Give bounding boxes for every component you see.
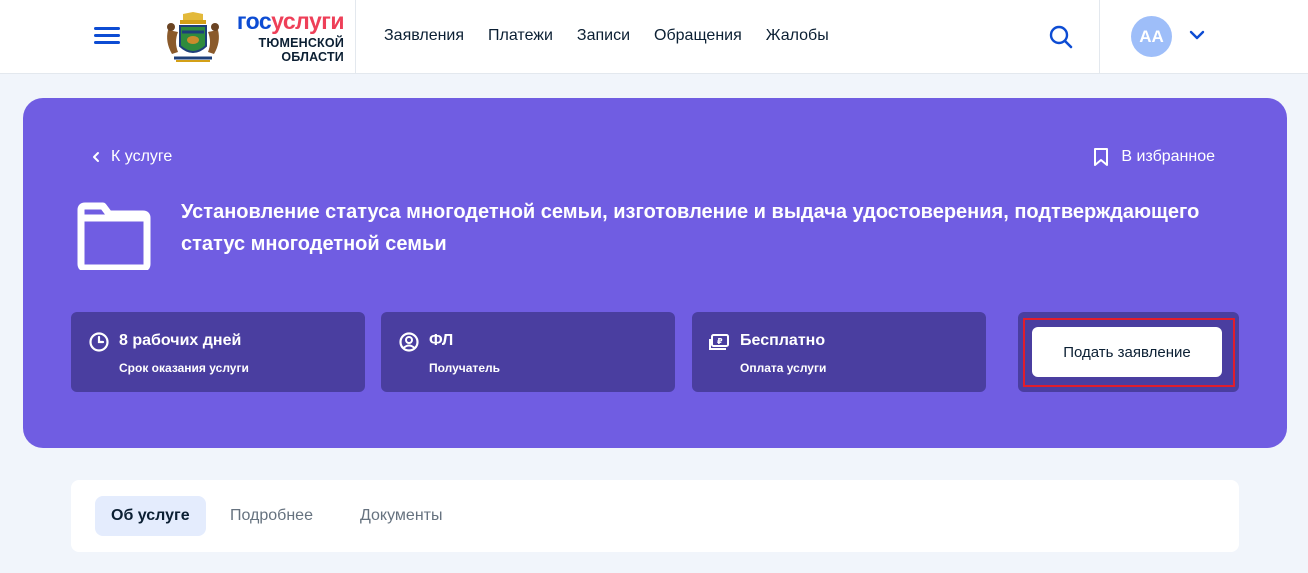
main-nav: Заявления Платежи Записи Обращения Жалоб… — [384, 26, 853, 46]
back-to-service-link[interactable]: К услуге — [91, 148, 172, 166]
svg-text:₽: ₽ — [717, 337, 723, 346]
hamburger-menu-icon[interactable] — [94, 26, 120, 46]
payment-label: Оплата услуги — [740, 361, 827, 375]
service-title: Установление статуса многодетной семьи, … — [181, 201, 1200, 255]
payment-value: Бесплатно — [740, 332, 826, 349]
chevron-down-icon[interactable] — [1188, 28, 1206, 42]
nav-appeals[interactable]: Обращения — [654, 26, 742, 46]
submit-application-button[interactable]: Подать заявление — [1032, 327, 1222, 377]
user-circle-icon — [399, 332, 419, 352]
header-divider-right — [1099, 0, 1100, 74]
info-card-payment: ₽ Бесплатно Оплата услуги — [692, 312, 986, 392]
brand-region-line2: ОБЛАСТИ — [281, 50, 344, 64]
recipient-value: ФЛ — [429, 332, 454, 349]
nav-complaints[interactable]: Жалобы — [766, 26, 829, 46]
favorites-label: В избранное — [1121, 148, 1215, 165]
chevron-left-icon — [93, 152, 99, 162]
gosuslugi-logo[interactable]: госуслуги ТЮМЕНСКОЙ ОБЛАСТИ — [162, 10, 352, 66]
tab-details[interactable]: Подробнее — [230, 496, 313, 536]
brand-region-line1: ТЮМЕНСКОЙ — [258, 36, 344, 50]
back-label: К услуге — [111, 148, 173, 165]
add-to-favorites-button[interactable]: В избранное — [1093, 147, 1215, 167]
bookmark-icon — [1094, 148, 1109, 166]
nav-payments[interactable]: Платежи — [488, 26, 553, 46]
top-header: госуслуги ТЮМЕНСКОЙ ОБЛАСТИ Заявления Пл… — [0, 0, 1308, 74]
nav-records[interactable]: Записи — [577, 26, 630, 46]
tab-about[interactable]: Об услуге — [95, 496, 206, 536]
brand-uslugi: услуги — [271, 8, 344, 34]
service-banner: К услуге В избранное Установление статус… — [23, 98, 1287, 448]
recipient-label: Получатель — [429, 361, 500, 375]
duration-label: Срок оказания услуги — [119, 361, 249, 375]
folder-icon — [77, 202, 151, 270]
header-divider — [355, 0, 356, 74]
brand-gos: гос — [236, 8, 272, 34]
nav-applications[interactable]: Заявления — [384, 26, 464, 46]
coat-of-arms-logo — [167, 12, 219, 62]
clock-icon — [89, 332, 109, 352]
avatar[interactable]: АА — [1131, 16, 1172, 57]
duration-value: 8 рабочих дней — [119, 332, 242, 349]
service-tabs: Об услуге Подробнее Документы — [71, 480, 1239, 552]
tab-documents[interactable]: Документы — [360, 496, 442, 536]
submit-panel: Подать заявление — [1018, 312, 1239, 392]
search-icon[interactable] — [1048, 24, 1074, 50]
payment-icon: ₽ — [709, 334, 729, 350]
info-card-duration: 8 рабочих дней Срок оказания услуги — [71, 312, 365, 392]
info-card-recipient: ФЛ Получатель — [381, 312, 675, 392]
